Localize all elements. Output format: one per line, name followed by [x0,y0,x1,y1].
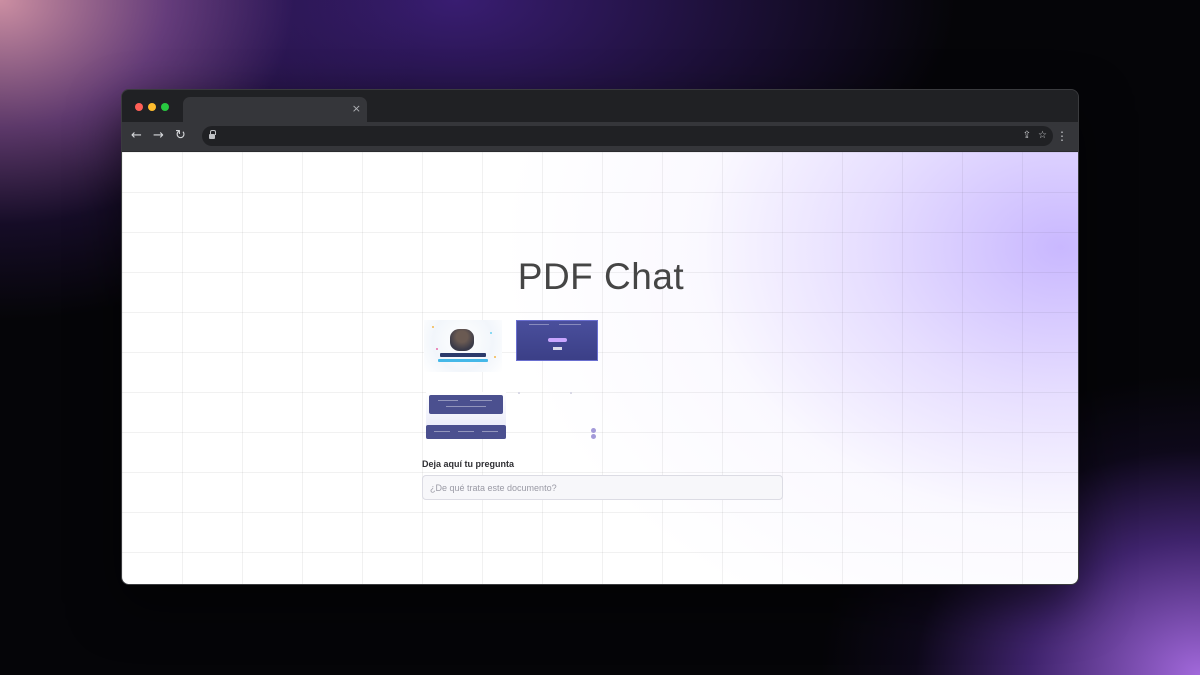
thumbnail-panel [426,425,506,439]
share-icon[interactable]: ⇪ [1023,129,1031,142]
browser-window: × ← → ↻ ⇪ ☆ ⋮ PDF Chat Deja aquí tu preg… [121,89,1079,585]
question-label: Deja aquí tu pregunta [422,459,515,469]
thumbnail-line [434,431,450,432]
close-window-button[interactable] [135,103,143,111]
lock-icon [209,130,216,139]
thumbnail-line [559,324,581,325]
maximize-window-button[interactable] [161,103,169,111]
thumbnail-dot [591,434,596,439]
thumbnail-line [529,324,549,325]
thumbnail-line [482,431,498,432]
thumbnail-line [470,400,492,401]
back-arrow-icon[interactable]: ← [131,129,142,143]
thumbnail-speck [570,392,572,394]
star-icon[interactable]: ☆ [1038,129,1047,142]
minimize-window-button[interactable] [148,103,156,111]
thumbnail-text [553,347,562,350]
pdf-page-thumbnail[interactable] [512,390,602,440]
question-input[interactable] [422,475,783,500]
thumbnail-photo [450,329,474,351]
browser-menu-icon[interactable]: ⋮ [1056,129,1068,143]
page-title: PDF Chat [517,256,685,297]
address-bar[interactable]: ⇪ ☆ [202,126,1053,146]
thumbnail-line [438,400,458,401]
pdf-page-thumbnail[interactable] [516,320,598,361]
confetti-dot [436,348,438,350]
thumbnail-heading [440,353,486,357]
forward-arrow-icon[interactable]: → [153,129,164,143]
browser-tab[interactable]: × [183,97,367,122]
confetti-dot [490,332,492,334]
thumbnail-line [446,406,486,407]
reload-icon[interactable]: ↻ [175,129,186,143]
tab-close-icon[interactable]: × [352,102,361,116]
page-content: PDF Chat Deja aquí tu pregunta ¿De qué t… [122,152,1078,584]
browser-toolbar: ← → ↻ ⇪ ☆ ⋮ [122,122,1078,152]
thumbnail-panel [429,395,503,414]
background-grid [122,152,1078,584]
pdf-page-thumbnail[interactable] [426,392,506,439]
thumbnail-subheading [438,359,488,362]
confetti-dot [432,326,434,328]
thumbnail-dot [591,428,596,433]
confetti-dot [494,356,496,358]
pdf-page-thumbnail[interactable] [424,320,502,372]
thumbnail-button [548,338,567,342]
thumbnail-line [458,431,474,432]
thumbnail-speck [518,392,520,394]
window-controls [135,103,169,111]
tab-strip: × [122,90,1078,122]
